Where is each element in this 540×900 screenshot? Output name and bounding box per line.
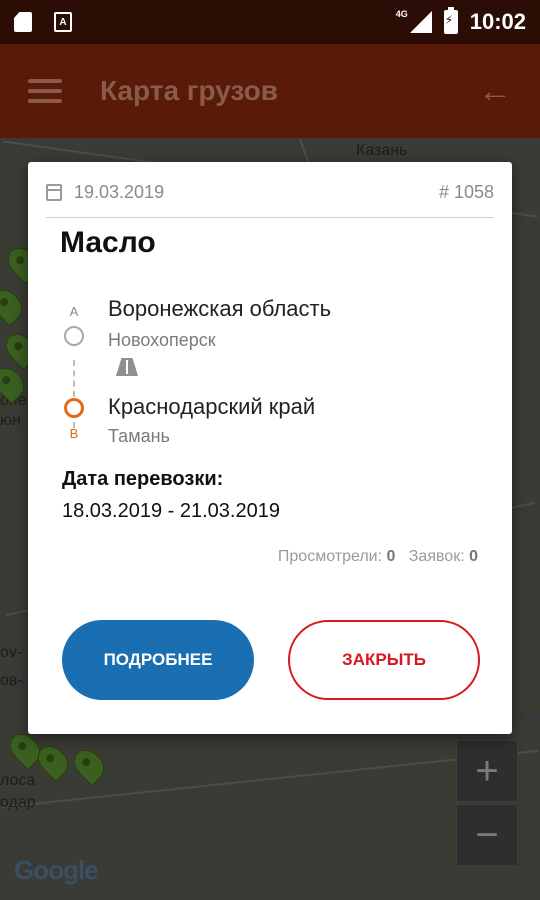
point-b-letter: В — [69, 426, 79, 441]
cargo-pin[interactable] — [0, 283, 29, 327]
app-bar: Карта грузов ← — [0, 44, 540, 138]
menu-icon[interactable] — [28, 79, 62, 103]
calendar-icon — [46, 184, 62, 201]
cargo-number: # 1058 — [438, 182, 494, 202]
google-logo: Google — [14, 855, 99, 885]
map-label-city: Казань — [356, 142, 408, 159]
transport-date-value: 18.03.2019 - 21.03.2019 — [62, 500, 280, 522]
road-icon — [116, 358, 138, 376]
clock: 10:02 — [469, 9, 526, 34]
stats: Просмотрели: 0 Заявок: 0 — [278, 548, 478, 566]
origin-city: Новохоперск — [108, 330, 216, 350]
status-bar: A 4G 10:02 — [0, 0, 540, 44]
map-label: юн — [0, 412, 21, 429]
signal-icon — [409, 11, 432, 33]
destination-city: Тамань — [108, 426, 170, 446]
cargo-date: 19.03.2019 — [74, 182, 165, 202]
point-b-icon — [64, 398, 84, 418]
map-label: ov- — [0, 644, 23, 661]
cargo-pin[interactable] — [67, 743, 111, 787]
requests-count: 0 — [469, 548, 478, 565]
network-type: 4G — [395, 9, 408, 19]
destination-region: Краснодарский край — [108, 394, 316, 419]
map-label: одар — [0, 794, 36, 811]
cargo-dialog: 19.03.2019 # 1058 Масло А В Воронежская … — [28, 162, 512, 734]
app-title: Карта грузов — [100, 75, 278, 106]
point-a-icon — [64, 326, 84, 346]
point-a-letter: А — [69, 304, 79, 319]
map-label: лоса — [0, 772, 36, 789]
back-arrow-icon[interactable]: ← — [478, 72, 512, 111]
origin-region: Воронежская область — [108, 296, 332, 321]
battery-icon — [443, 7, 458, 34]
details-button[interactable]: ПОДРОБНЕЕ — [62, 620, 254, 700]
views-label: Просмотрели: — [277, 548, 383, 565]
map-label: ов- — [0, 672, 23, 689]
transport-date-label: Дата перевозки: — [62, 468, 224, 490]
requests-label: Заявок: — [408, 548, 465, 565]
route: А В Воронежская область Новохоперск Крас… — [60, 292, 480, 452]
views-count: 0 — [386, 548, 396, 565]
cargo-title: Масло — [60, 226, 156, 259]
close-button[interactable]: ЗАКРЫТЬ — [288, 620, 480, 700]
zoom-out-button[interactable]: − — [456, 804, 518, 866]
dialog-header: 19.03.2019 # 1058 — [46, 182, 494, 218]
notification-icon: A — [54, 12, 72, 32]
notification-icon-letter: A — [59, 16, 67, 28]
sd-card-icon — [14, 12, 32, 32]
zoom-in-button[interactable]: + — [456, 740, 518, 802]
